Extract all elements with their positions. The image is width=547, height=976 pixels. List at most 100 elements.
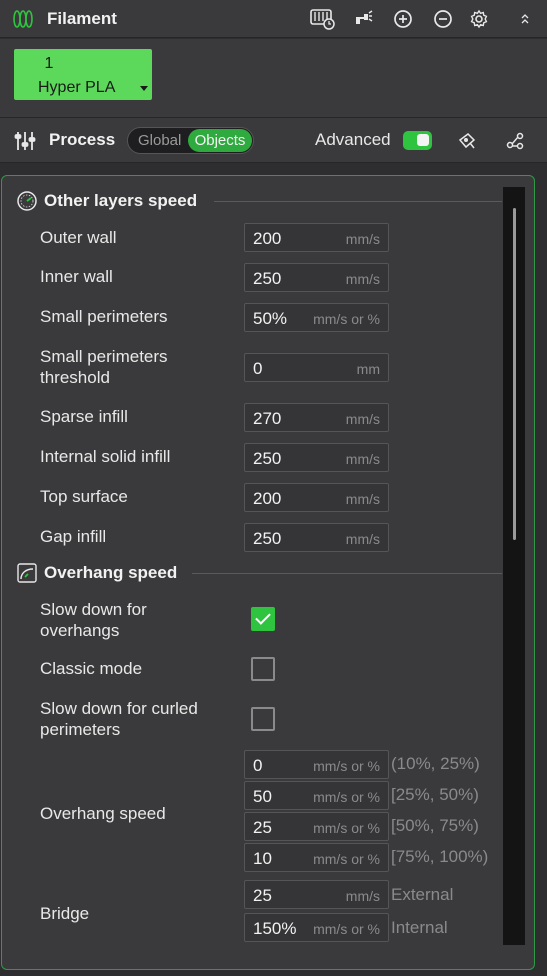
filament-slot-name: Hyper PLA [38, 79, 116, 96]
remove-icon[interactable] [432, 8, 454, 30]
process-header: Process Global Objects Advanced [0, 117, 547, 163]
bridge-internal-input[interactable]: 150% mm/s or % [244, 913, 389, 942]
bubble-icon[interactable] [456, 130, 478, 152]
field-value: 150% [253, 919, 297, 938]
bridge-external-suffix: External [391, 885, 454, 904]
settings-panel: Other layers speed Outer wall 200 mm/s I… [1, 175, 535, 970]
scrollbar-thumb[interactable] [513, 208, 516, 540]
top-surface-label: Top surface [40, 487, 128, 506]
slow-down-curled-label-line2: perimeters [40, 720, 121, 739]
field-value: 25 [253, 886, 272, 905]
filament-header: Filament [0, 0, 547, 38]
internal-solid-infill-input[interactable]: 250 mm/s [244, 443, 389, 472]
field-unit: mm/s or % [313, 851, 380, 867]
field-value: 10 [253, 849, 272, 868]
field-unit: mm/s [345, 451, 380, 467]
toggle-knob [417, 134, 429, 146]
filament-title: Filament [47, 9, 117, 28]
overhang-speed-input-1[interactable]: 0 mm/s or % [244, 750, 389, 779]
small-perimeters-label: Small perimeters [40, 307, 168, 326]
field-value: 50% [253, 309, 288, 328]
global-objects-switch: Global Objects [127, 127, 254, 154]
field-value: 250 [253, 529, 282, 548]
gap-infill-label: Gap infill [40, 527, 107, 546]
filament-slot-number: 1 [44, 55, 54, 72]
bridge-internal-suffix: Internal [391, 918, 448, 937]
section-divider [192, 573, 502, 574]
field-value: 200 [253, 229, 282, 248]
field-value: 0 [253, 359, 263, 378]
overhang-speed-input-2[interactable]: 50 mm/s or % [244, 781, 389, 810]
field-unit: mm [356, 361, 380, 377]
add-icon[interactable] [392, 8, 414, 30]
process-title: Process [49, 130, 116, 149]
slow-down-overhangs-label-line1: Slow down for [40, 600, 147, 619]
field-value: 200 [253, 489, 282, 508]
mode-objects-button[interactable]: Objects [188, 129, 252, 152]
field-value: 250 [253, 269, 282, 288]
classic-mode-label: Classic mode [40, 659, 143, 678]
bridge-external-input[interactable]: 25 mm/s [244, 880, 389, 909]
filament-area: 1 Hyper PLA [0, 39, 547, 117]
advanced-label: Advanced [315, 130, 391, 149]
slow-down-curled-label-line1: Slow down for curled [40, 699, 198, 718]
field-value: 250 [253, 449, 282, 468]
mode-global-button[interactable]: Global [138, 132, 181, 149]
sparse-infill-input[interactable]: 270 mm/s [244, 403, 389, 432]
overhang-range-4: [75%, 100%) [391, 847, 489, 866]
classic-mode-checkbox[interactable] [251, 657, 275, 681]
field-value: 270 [253, 409, 282, 428]
field-unit: mm/s [345, 531, 380, 547]
top-surface-input[interactable]: 200 mm/s [244, 483, 389, 512]
overhang-range-2: [25%, 50%) [391, 785, 479, 804]
advanced-toggle[interactable] [403, 131, 432, 150]
inner-wall-input[interactable]: 250 mm/s [244, 263, 389, 292]
section-divider [214, 201, 502, 202]
compare-icon[interactable] [504, 130, 526, 152]
overhang-icon [17, 563, 37, 583]
bridge-label: Bridge [40, 904, 90, 923]
section-other-layers: Other layers speed [14, 187, 504, 215]
section-title: Overhang speed [44, 563, 178, 582]
sparse-infill-label: Sparse infill [40, 407, 128, 426]
inner-wall-label: Inner wall [40, 267, 113, 286]
filament-slot-dropdown[interactable]: 1 Hyper PLA [14, 49, 152, 100]
filament-icon [13, 10, 33, 28]
small-perimeters-threshold-label-line1: Small perimeters [40, 347, 168, 366]
calibration-icon[interactable] [309, 8, 337, 30]
field-value: 0 [253, 756, 263, 775]
process-icon [14, 132, 36, 150]
small-perimeters-threshold-label-line2: threshold [40, 368, 110, 387]
field-unit: mm/s [345, 491, 380, 507]
outer-wall-label: Outer wall [40, 228, 117, 247]
field-unit: mm/s [345, 888, 380, 904]
speedometer-icon [17, 191, 37, 211]
gap-infill-input[interactable]: 250 mm/s [244, 523, 389, 552]
field-unit: mm/s or % [313, 921, 380, 937]
internal-solid-infill-label: Internal solid infill [40, 447, 171, 466]
dropdown-arrow-icon [140, 86, 148, 91]
overhang-speed-label: Overhang speed [40, 804, 166, 823]
slow-down-curled-checkbox[interactable] [251, 707, 275, 731]
small-perimeters-input[interactable]: 50% mm/s or % [244, 303, 389, 332]
slow-down-overhangs-checkbox[interactable] [251, 607, 275, 631]
field-unit: mm/s [345, 271, 380, 287]
field-unit: mm/s or % [313, 820, 380, 836]
section-title: Other layers speed [44, 191, 198, 210]
section-overhang: Overhang speed [14, 559, 504, 587]
overhang-range-3: [50%, 75%) [391, 816, 479, 835]
overhang-range-1: (10%, 25%) [391, 754, 480, 773]
outer-wall-input[interactable]: 200 mm/s [244, 223, 389, 252]
collapse-icon[interactable] [518, 8, 532, 30]
field-value: 25 [253, 818, 272, 837]
settings-icon[interactable] [468, 8, 490, 30]
small-perimeters-threshold-input[interactable]: 0 mm [244, 353, 389, 382]
field-unit: mm/s or % [313, 789, 380, 805]
overhang-speed-input-3[interactable]: 25 mm/s or % [244, 812, 389, 841]
field-unit: mm/s [345, 231, 380, 247]
overhang-speed-input-4[interactable]: 10 mm/s or % [244, 843, 389, 872]
field-unit: mm/s or % [313, 758, 380, 774]
spray-icon[interactable] [352, 8, 374, 30]
slow-down-overhangs-label-line2: overhangs [40, 621, 120, 640]
field-value: 50 [253, 787, 272, 806]
